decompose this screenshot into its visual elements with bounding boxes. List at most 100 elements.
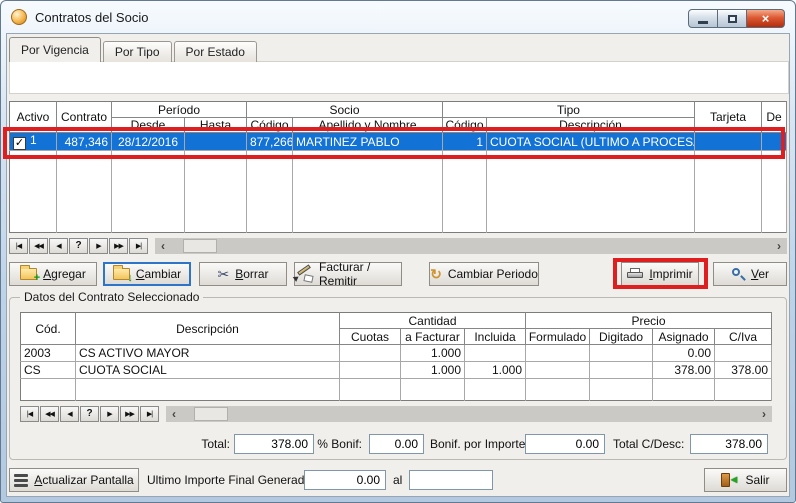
col-header-cuotas: Cuotas — [340, 329, 401, 345]
col-header-asignado: Asignado — [653, 329, 715, 345]
nav-next-button[interactable]: ▶ — [89, 238, 108, 254]
tab-label: Por Tipo — [115, 45, 160, 59]
nav-prior-button[interactable]: ◀ — [49, 238, 68, 254]
borrar-button[interactable]: ✂ Borrar — [199, 262, 287, 286]
nav-first-button[interactable]: |◀ — [9, 238, 28, 254]
nav-help-button[interactable]: ? — [69, 238, 88, 254]
scroll-right-arrow[interactable]: › — [771, 238, 787, 254]
contract-detail-grid[interactable]: Cód. Descripción Cantidad Precio Cuotas … — [20, 312, 772, 401]
col-header-cod: Cód. — [21, 313, 76, 345]
maximize-button[interactable] — [718, 9, 747, 28]
col-header-socio-codigo: Código — [247, 118, 293, 133]
cell-formulado — [526, 345, 590, 362]
detail-row[interactable]: CS CUOTA SOCIAL 1.000 1.000 378.00 378.0… — [21, 362, 772, 379]
plus-icon: + — [34, 273, 40, 283]
bonif-importe-label: Bonif. por Importe: — [430, 437, 529, 451]
col-header-de: De — [762, 102, 787, 133]
selected-contract-groupbox: Datos del Contrato Seleccionado Cód. Des… — [9, 297, 787, 460]
scrollbar-thumb[interactable] — [194, 407, 228, 421]
tab-por-vigencia[interactable]: Por Vigencia — [9, 37, 101, 62]
filter-panel — [9, 61, 789, 94]
nav-last-button[interactable]: ▶| — [129, 238, 148, 254]
scroll-left-icon: ‹ — [161, 239, 165, 253]
bonif-field[interactable] — [369, 434, 424, 454]
horizontal-scrollbar[interactable]: ‹ › — [155, 238, 787, 254]
cell-hasta — [185, 133, 247, 151]
nav-prior-button[interactable]: ◀ — [60, 406, 79, 422]
scroll-left-arrow[interactable]: ‹ — [166, 406, 182, 422]
close-button[interactable]: × — [747, 9, 785, 28]
nav-next-page-button[interactable]: ▶▶ — [109, 238, 128, 254]
nav-next-button[interactable]: ▶ — [100, 406, 119, 422]
detail-row[interactable]: 2003 CS ACTIVO MAYOR 1.000 0.00 — [21, 345, 772, 362]
scroll-right-arrow[interactable]: › — [756, 406, 772, 422]
actualizar-pantalla-button[interactable]: Actualizar Pantalla — [9, 468, 139, 492]
cell-cuotas — [340, 362, 401, 379]
scroll-left-arrow[interactable]: ‹ — [155, 238, 171, 254]
ultimo-importe-label: Ultimo Importe Final Generado: — [147, 473, 314, 487]
cambiar-label: Cambiar — [136, 267, 181, 281]
nav-last-button[interactable]: ▶| — [140, 406, 159, 422]
nav-last-icon: ▶| — [147, 410, 152, 418]
cell-incluida — [465, 345, 526, 362]
title-bar: Contratos del Socio × — [1, 1, 795, 33]
nav-next-icon: ▶ — [96, 242, 100, 250]
nav-help-icon: ? — [75, 240, 81, 251]
grid-empty-area — [21, 379, 772, 401]
nav-prior-icon: ◀ — [56, 242, 60, 250]
nav-prior-page-button[interactable]: ◀◀ — [40, 406, 59, 422]
facturar-remitir-button[interactable]: Facturar / Remitir — [294, 262, 402, 286]
group-header-socio: Socio — [247, 102, 443, 118]
bonif-label: % Bonif: — [317, 437, 362, 451]
total-cdesc-field[interactable] — [690, 434, 768, 454]
total-field[interactable] — [234, 434, 314, 454]
group-header-tipo: Tipo — [443, 102, 695, 118]
activo-checkbox[interactable]: ✓ — [13, 137, 26, 150]
contracts-grid[interactable]: Activo Contrato Período Socio Tipo Tarje… — [9, 101, 787, 233]
agregar-button[interactable]: + Agregar — [9, 262, 97, 286]
al-label: al — [393, 473, 402, 487]
bonif-importe-field[interactable] — [525, 434, 605, 454]
cell-contrato: 487,346 — [57, 133, 112, 151]
cambiar-button[interactable]: ↓ Cambiar — [103, 262, 191, 286]
scroll-right-icon: › — [762, 407, 766, 421]
nav-first-button[interactable]: |◀ — [20, 406, 39, 422]
cell-a-facturar: 1.000 — [401, 345, 465, 362]
cell-digitado — [590, 362, 653, 379]
folder-down-icon: ↓ — [113, 268, 130, 280]
maximize-icon — [728, 15, 737, 23]
cambiar-periodo-button[interactable]: ↻ Cambiar Periodo — [429, 262, 539, 286]
col-header-a-facturar: a Facturar — [401, 329, 465, 345]
cell-formulado — [526, 362, 590, 379]
cell-c-iva: 378.00 — [715, 362, 772, 379]
nav-next-page-button[interactable]: ▶▶ — [120, 406, 139, 422]
ver-button[interactable]: Ver — [713, 262, 787, 286]
nav-first-icon: |◀ — [27, 410, 32, 418]
ultimo-importe-field[interactable] — [304, 470, 386, 490]
write-icon — [295, 266, 313, 282]
tab-por-estado[interactable]: Por Estado — [174, 41, 257, 62]
salir-button[interactable]: ◄ Salir — [704, 468, 787, 492]
scrollbar-thumb[interactable] — [183, 239, 217, 253]
nav-prior-page-button[interactable]: ◀◀ — [29, 238, 48, 254]
imprimir-button[interactable]: Imprimir — [621, 262, 699, 286]
printer-icon — [627, 268, 643, 280]
col-header-activo: Activo — [10, 102, 57, 133]
total-label: Total: — [190, 437, 230, 451]
col-header-desde: Desde — [112, 118, 185, 133]
cell-asignado: 0.00 — [653, 345, 715, 362]
col-header-tarjeta: Tarjeta — [695, 102, 762, 133]
nav-prior-page-icon: ◀◀ — [45, 410, 54, 418]
tab-por-tipo[interactable]: Por Tipo — [103, 41, 172, 62]
minimize-button[interactable] — [688, 9, 718, 28]
scissors-icon: ✂ — [217, 267, 229, 281]
contract-row-selected[interactable]: ✓1 487,346 28/12/2016 877,266 MARTINEZ P… — [10, 133, 787, 151]
nav-help-button[interactable]: ? — [80, 406, 99, 422]
agregar-label: Agregar — [43, 267, 86, 281]
exit-door-icon: ◄ — [721, 473, 739, 488]
al-field[interactable] — [409, 470, 493, 490]
horizontal-scrollbar[interactable]: ‹ › — [166, 406, 772, 422]
window-title: Contratos del Socio — [35, 10, 148, 25]
nav-help-icon: ? — [86, 408, 92, 419]
db-navigator-details: |◀ ◀◀ ◀ ? ▶ ▶▶ ▶| ‹ › — [20, 405, 772, 422]
